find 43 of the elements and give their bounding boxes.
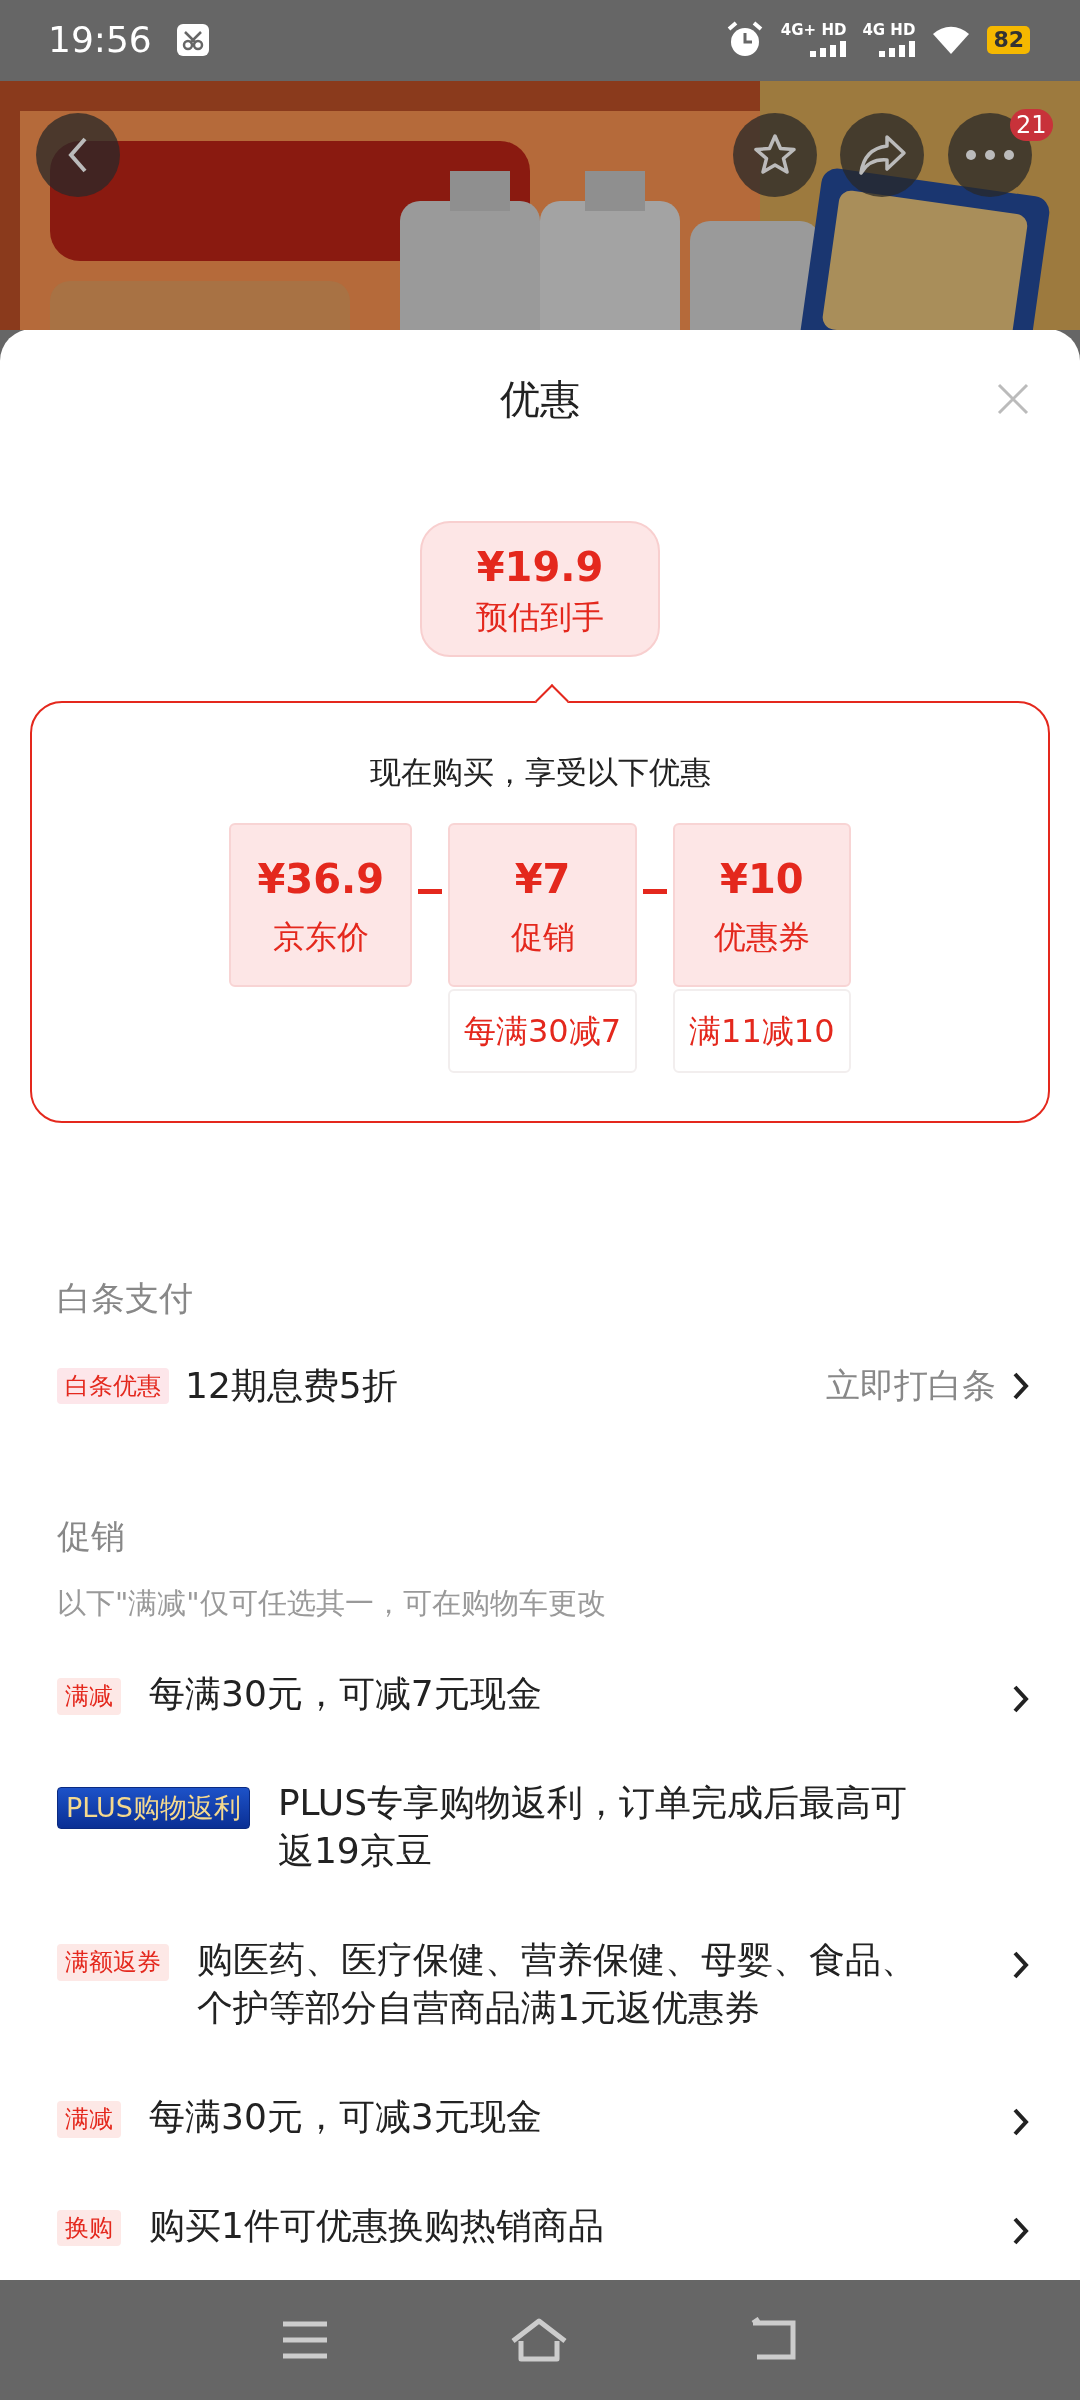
component-price: ¥7 xyxy=(513,855,572,904)
promo-tag: PLUS购物返利 xyxy=(57,1786,250,1829)
minus-icon xyxy=(418,889,442,895)
more-icon xyxy=(965,148,1015,161)
promo-tag: 满减 xyxy=(57,1677,121,1715)
promo-text: 购医药、医疗保健、营养保健、母婴、食品、个护等部分自营商品满1元返优惠券 xyxy=(197,1937,918,2031)
baitiao-link[interactable]: 立即打白条 xyxy=(826,1360,1030,1412)
component-label: 促销 xyxy=(509,917,576,959)
minus-icon xyxy=(643,889,668,895)
share-icon xyxy=(857,132,907,177)
component-label: 优惠券 xyxy=(712,917,811,959)
chevron-icon xyxy=(1012,1370,1030,1401)
promo-tag: 白条优惠 xyxy=(57,1367,169,1405)
sheet-title: 优惠 xyxy=(500,374,580,424)
promo-tag: 满减 xyxy=(57,2100,121,2138)
section-heading: 白条支付 xyxy=(56,1277,194,1321)
signal-icon xyxy=(879,41,916,58)
close-icon xyxy=(996,381,1030,416)
promo-text: 每满30元，可减3元现金 xyxy=(149,2094,543,2139)
estimated-price: ¥19.9 xyxy=(475,542,605,592)
screenshot-icon xyxy=(175,23,210,58)
home-button[interactable] xyxy=(509,2317,569,2364)
panel-title: 现在购买，享受以下优惠 xyxy=(368,752,712,792)
network-label: 4G HD xyxy=(862,23,916,39)
promo-tag: 满额返券 xyxy=(57,1943,169,1981)
status-time: 19:56 xyxy=(48,18,152,63)
promo-text: 12期息费5折 xyxy=(185,1363,398,1408)
component-price: ¥36.9 xyxy=(257,855,384,904)
home-icon xyxy=(509,2317,569,2364)
promo-tag: 换购 xyxy=(57,2209,121,2247)
component-label: 京东价 xyxy=(271,917,370,959)
network-label: 4G+ HD xyxy=(780,23,847,39)
estimated-label: 预估到手 xyxy=(475,596,605,638)
menu-icon xyxy=(281,2320,329,2361)
menu-button[interactable] xyxy=(281,2320,329,2361)
promo-text: 每满30元，可减7元现金 xyxy=(149,1671,543,1716)
promo-text: 购买1件可优惠换购热销商品 xyxy=(149,2203,605,2248)
battery-level: 82 xyxy=(987,26,1030,55)
promo-text: PLUS专享购物返利，订单完成后最高可返19京豆 xyxy=(277,1780,909,1874)
component-price: ¥10 xyxy=(719,855,805,904)
promo-note: 以下"满减"仅可任选其一，可在购物车更改 xyxy=(56,1585,607,1623)
section-heading: 促销 xyxy=(56,1515,126,1559)
signal-icon xyxy=(810,41,847,58)
